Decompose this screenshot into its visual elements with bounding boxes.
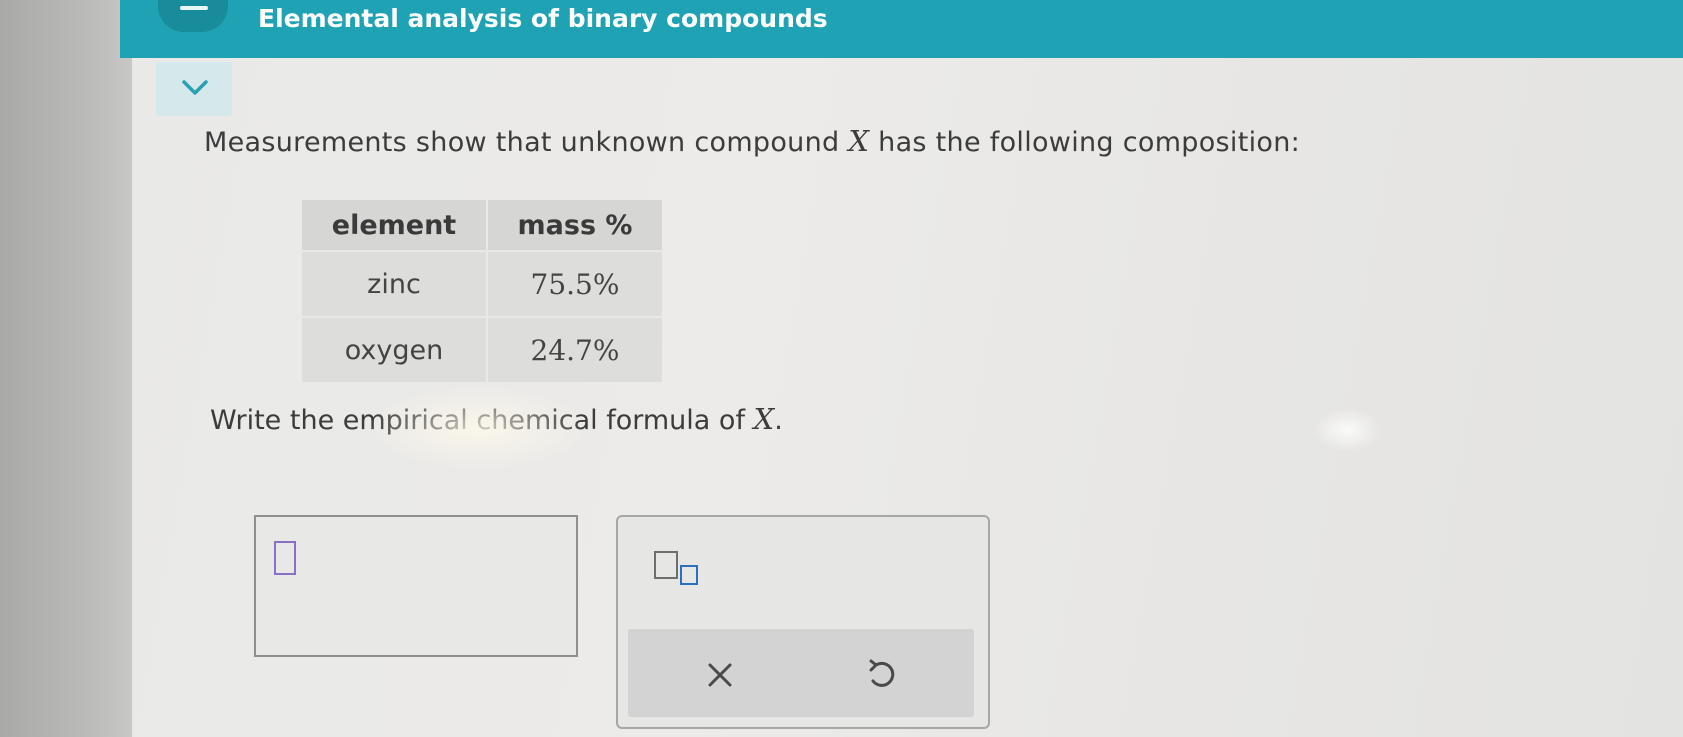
- input-cursor-box[interactable]: [274, 541, 296, 575]
- header-bar: Elemental analysis of binary compounds: [120, 0, 1683, 58]
- page-title: Elemental analysis of binary compounds: [258, 4, 828, 33]
- mass-cell: 24.7%: [487, 316, 662, 382]
- element-cell: zinc: [302, 250, 488, 317]
- subscript-box-icon: [680, 565, 698, 585]
- column-header-element: element: [302, 200, 488, 251]
- table-row: zinc 75.5%: [302, 250, 662, 317]
- compound-variable: X: [848, 124, 870, 158]
- palette-action-bar: [628, 629, 974, 717]
- base-box-icon: [654, 551, 678, 579]
- clear-button[interactable]: [698, 653, 742, 697]
- screen-glare: [1312, 408, 1382, 452]
- subscript-button[interactable]: [654, 551, 710, 591]
- composition-table: element mass % zinc 75.5% oxygen 24.7%: [302, 200, 662, 382]
- answer-input[interactable]: [254, 515, 578, 657]
- collapse-toggle[interactable]: [156, 62, 232, 116]
- prompt-text-before: Measurements show that unknown compound: [204, 127, 849, 158]
- undo-icon: [869, 659, 895, 687]
- table-header-row: element mass %: [302, 200, 662, 251]
- table-row: oxygen 24.7%: [302, 316, 662, 382]
- question-panel: Measurements show that unknown compound …: [132, 58, 1683, 737]
- menu-button[interactable]: [158, 0, 228, 32]
- question-text-after: .: [774, 405, 783, 436]
- menu-bar-icon: [180, 6, 208, 10]
- tool-palette: [616, 515, 990, 729]
- undo-button[interactable]: [860, 653, 904, 697]
- question-text: Write the empirical chemical formula of …: [210, 402, 783, 436]
- screen-bezel: [0, 0, 135, 737]
- close-icon: [708, 663, 732, 687]
- question-text-before: Write the empirical chemical formula of: [210, 405, 754, 436]
- column-header-mass: mass %: [487, 200, 662, 251]
- element-cell: oxygen: [302, 316, 488, 382]
- prompt-text: Measurements show that unknown compound …: [204, 124, 1300, 158]
- compound-variable: X: [753, 402, 775, 436]
- prompt-text-after: has the following composition:: [869, 127, 1301, 158]
- mass-cell: 75.5%: [487, 250, 662, 317]
- chevron-down-icon: [182, 80, 208, 95]
